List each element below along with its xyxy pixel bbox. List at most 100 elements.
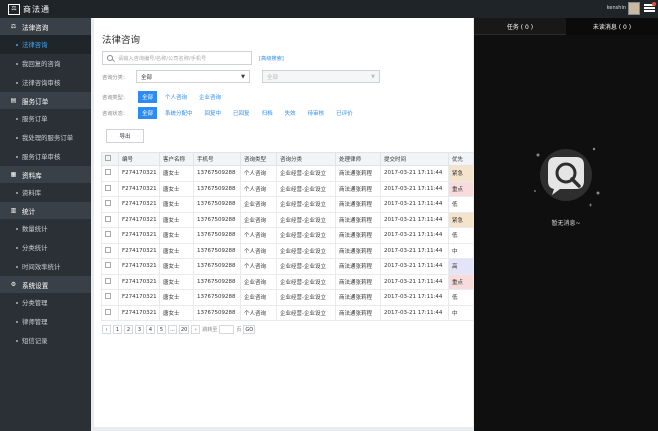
go-button[interactable]: GO — [243, 325, 256, 334]
logo[interactable]: ⚖ 商法通 — [8, 3, 50, 15]
priority-cell: 重点 — [448, 273, 474, 290]
column-header[interactable]: 咨询分类 — [276, 152, 336, 166]
row-checkbox[interactable] — [105, 169, 111, 176]
table-cell: 商法通张莉程 — [335, 289, 381, 306]
row-checkbox[interactable] — [105, 231, 111, 238]
sidebar-section[interactable]: ⚙ 系统设置 — [0, 276, 91, 293]
sidebar-item[interactable]: 分类管理 — [0, 293, 91, 312]
column-header[interactable]: 优先 — [448, 152, 474, 166]
sidebar-section[interactable]: ▦ 资料库 — [0, 166, 91, 183]
table-row[interactable]: F274170321 唐女士 13767509288 企业咨询 企业经营-企业设立 商法通… — [101, 289, 474, 306]
table-cell: 2017-03-21 17:11:44 — [380, 258, 449, 275]
sidebar-section[interactable]: ▤ 服务订单 — [0, 92, 91, 109]
page-button[interactable]: 4 — [146, 325, 155, 334]
sidebar-item[interactable]: 资料库 — [0, 183, 91, 202]
table-row[interactable]: F274170321 唐女士 13767509288 个人咨询 企业经营-企业设立 商法通… — [101, 180, 474, 197]
sidebar-item-label: 分类统计 — [22, 244, 48, 252]
sidebar-item[interactable]: 服务订单审核 — [0, 147, 91, 166]
sidebar-item[interactable]: 法律咨询审核 — [0, 73, 91, 92]
table-row[interactable]: F274170321 唐女士 13767509288 个人咨询 企业经营-企业设立 商法通… — [101, 304, 474, 321]
page-button[interactable]: 3 — [135, 325, 144, 334]
empty-message-text: 暂无消息~ — [551, 220, 581, 227]
sidebar-item[interactable]: 分类统计 — [0, 238, 91, 257]
filter-chip[interactable]: 已回复 — [229, 107, 254, 119]
row-checkbox[interactable] — [105, 277, 111, 284]
sidebar-item[interactable]: 法律咨询 — [0, 35, 91, 54]
type-label: 咨询类型： — [102, 95, 128, 101]
sidebar-item[interactable]: 我处理的服务订单 — [0, 128, 91, 147]
priority-cell: 低 — [448, 227, 474, 244]
row-checkbox[interactable] — [105, 293, 111, 300]
filter-chip[interactable]: 归档 — [258, 107, 277, 119]
next-page-button[interactable]: › — [191, 325, 201, 334]
row-checkbox[interactable] — [105, 308, 111, 315]
table-row[interactable]: F274170321 唐女士 13767509288 个人咨询 企业经营-企业设立 商法通… — [101, 165, 474, 182]
select-all-cell — [101, 152, 119, 166]
column-header[interactable]: 客户名称 — [159, 152, 194, 166]
filter-chip[interactable]: 已评价 — [332, 107, 357, 119]
table-cell: 2017-03-21 17:11:44 — [380, 227, 449, 244]
row-select-cell — [101, 211, 119, 228]
table-row[interactable]: F274170321 唐女士 13767509288 个人咨询 企业经营-企业设立 商法通… — [101, 242, 474, 259]
sidebar-section-label: 法律咨询 — [22, 23, 49, 32]
sidebar-item[interactable]: 我回复的咨询 — [0, 54, 91, 73]
sidebar-section-label: 统计 — [22, 207, 36, 216]
row-checkbox[interactable] — [105, 262, 111, 269]
row-checkbox[interactable] — [105, 184, 111, 191]
column-header[interactable]: 手机号 — [193, 152, 241, 166]
sidebar-item[interactable]: 短信记录 — [0, 331, 91, 350]
advanced-search-link[interactable]: [高级搜索] — [259, 55, 284, 62]
sidebar-item[interactable]: 服务订单 — [0, 109, 91, 128]
filter-chip[interactable]: 待审核 — [304, 107, 329, 119]
user-name[interactable]: kenshin — [607, 5, 626, 11]
sidebar-item[interactable]: 律师管理 — [0, 312, 91, 331]
filter-chip[interactable]: 回复中 — [201, 107, 226, 119]
category-select[interactable]: 全部 ▼ — [136, 70, 250, 83]
filter-chip[interactable]: 全部 — [138, 107, 158, 119]
page-button[interactable]: 2 — [124, 325, 133, 334]
table-cell: 13767509288 — [193, 258, 241, 275]
page-button[interactable]: ... — [168, 325, 177, 334]
column-header[interactable]: 编号 — [118, 152, 160, 166]
tab-tasks[interactable]: 任务 ( 0 ) — [474, 18, 566, 35]
row-checkbox[interactable] — [105, 200, 111, 207]
page-jump-input[interactable] — [219, 325, 235, 334]
table-cell: 13767509288 — [193, 165, 241, 182]
priority-cell: 中 — [448, 304, 474, 321]
page-button[interactable]: 1 — [113, 325, 122, 334]
filter-chip[interactable]: 全部 — [138, 91, 158, 103]
table-row[interactable]: F274170321 唐女士 13767509288 个人咨询 企业经营-企业设立 商法通… — [101, 227, 474, 244]
avatar[interactable] — [628, 2, 640, 15]
export-button[interactable]: 导出 — [106, 129, 144, 143]
table-cell: 唐女士 — [159, 242, 194, 259]
table-row[interactable]: F274170321 唐女士 13767509288 企业咨询 企业经营-企业设立 商法通… — [101, 196, 474, 213]
table-row[interactable]: F274170321 唐女士 13767509288 企业咨询 企业经营-企业设立 商法通… — [101, 211, 474, 228]
tab-unread-messages[interactable]: 未读消息 ( 0 ) — [566, 18, 658, 35]
table-cell: 企业经营-企业设立 — [276, 258, 336, 275]
column-header[interactable]: 提交时间 — [380, 152, 449, 166]
sidebar-section[interactable]: ⚖ 法律咨询 — [0, 18, 91, 35]
column-header[interactable]: 咨询类型 — [240, 152, 277, 166]
filter-chip[interactable]: 失效 — [281, 107, 300, 119]
table-cell: 个人咨询 — [240, 258, 277, 275]
table-row[interactable]: F274170321 唐女士 13767509288 企业咨询 企业经营-企业设立 商法通… — [101, 273, 474, 290]
select-all-checkbox[interactable] — [105, 155, 111, 161]
sidebar-item[interactable]: 时间效率统计 — [0, 257, 91, 276]
table-cell: F274170321 — [118, 258, 160, 275]
filter-chip[interactable]: 个人咨询 — [161, 91, 191, 103]
table-row[interactable]: F274170321 唐女士 13767509288 个人咨询 企业经营-企业设立 商法通… — [101, 258, 474, 275]
column-header[interactable]: 处理律师 — [335, 152, 381, 166]
filter-chip[interactable]: 系统分配中 — [161, 107, 197, 119]
page-button[interactable]: 5 — [157, 325, 166, 334]
sidebar-section[interactable]: ▥ 统计 — [0, 202, 91, 219]
search-input[interactable]: 请输入咨询编号/名称/公司名称/手机号 — [102, 51, 252, 65]
menu-icon[interactable] — [644, 2, 656, 14]
filter-chip[interactable]: 企业咨询 — [195, 91, 225, 103]
row-checkbox[interactable] — [105, 215, 111, 222]
sidebar-item[interactable]: 数量统计 — [0, 219, 91, 238]
jump-label: 跳转至 — [202, 327, 218, 333]
page-button[interactable]: 20 — [179, 325, 190, 334]
priority-cell: 重点 — [448, 180, 474, 197]
prev-page-button[interactable]: ‹ — [102, 325, 111, 334]
row-checkbox[interactable] — [105, 246, 111, 253]
